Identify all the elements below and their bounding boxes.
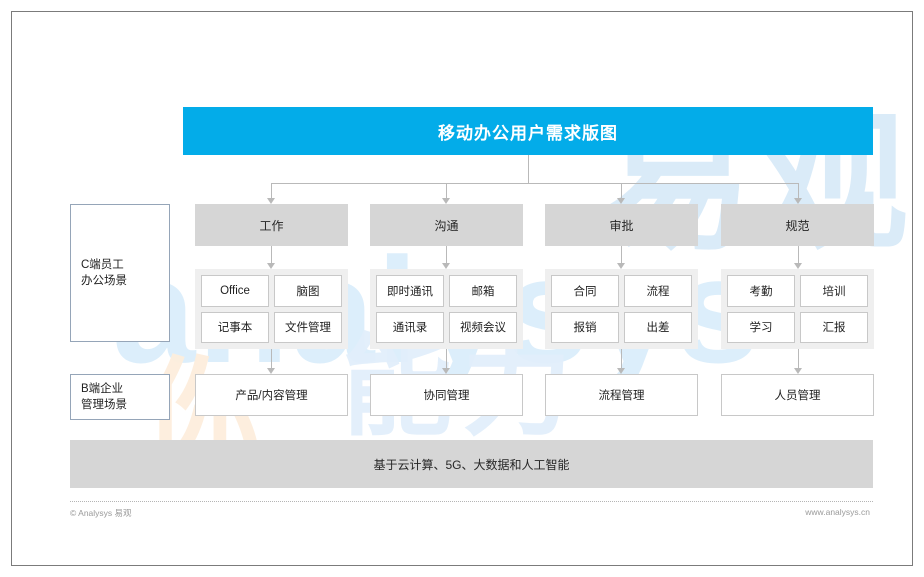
connector-head-items-col4 [798, 246, 799, 263]
item-cell[interactable]: 即时通讯 [376, 275, 444, 307]
connector-title-stem [528, 155, 529, 183]
connector-items-bend-col4 [798, 349, 799, 368]
footer-copyright: © Analysys 易观 [70, 508, 132, 518]
item-cell[interactable]: 出差 [624, 311, 692, 343]
item-cell[interactable]: 脑图 [274, 275, 342, 307]
connector-items-bend-col1 [271, 349, 272, 368]
item-cell[interactable]: 邮箱 [449, 275, 517, 307]
connector-head-items-col3 [621, 246, 622, 263]
foundation-bar: 基于云计算、5G、大数据和人工智能 [70, 440, 873, 488]
connector-head-items-col2 [446, 246, 447, 263]
item-cell[interactable]: 记事本 [201, 311, 269, 343]
connector-title-bus [271, 183, 798, 184]
item-cell[interactable]: 合同 [551, 275, 619, 307]
b-end-box-work[interactable]: 产品/内容管理 [195, 374, 348, 416]
side-label-c-end: C端员工 办公场景 [70, 204, 170, 342]
footer-divider [70, 501, 873, 502]
item-group-approval: 合同 流程 报销 出差 [545, 269, 698, 349]
item-group-work: Office 脑图 记事本 文件管理 [195, 269, 348, 349]
connector-drop-col1 [271, 183, 272, 198]
side-label-b-end-line1: B端企业 [81, 383, 124, 395]
side-label-c-end-line2: 办公场景 [81, 275, 127, 287]
item-cell[interactable]: 文件管理 [274, 311, 342, 343]
side-label-c-end-line1: C端员工 [81, 259, 124, 271]
column-header-standard: 规范 [721, 204, 874, 246]
footer-website: www.analysys.cn [805, 507, 870, 517]
b-end-box-communication[interactable]: 协同管理 [370, 374, 523, 416]
connector-head-items-col1 [271, 246, 272, 263]
connector-items-bend-col2 [446, 349, 447, 368]
column-header-communication: 沟通 [370, 204, 523, 246]
b-end-box-standard[interactable]: 人员管理 [721, 374, 874, 416]
connector-drop-col2 [446, 183, 447, 198]
item-cell[interactable]: 报销 [551, 311, 619, 343]
item-cell[interactable]: 流程 [624, 275, 692, 307]
connector-drop-col3 [621, 183, 622, 198]
item-cell[interactable]: 学习 [727, 311, 795, 343]
item-cell[interactable]: 汇报 [800, 311, 868, 343]
item-cell[interactable]: 考勤 [727, 275, 795, 307]
page-title: 移动办公用户需求版图 [183, 107, 873, 155]
column-header-approval: 审批 [545, 204, 698, 246]
connector-items-bend-col3 [621, 349, 622, 368]
connector-drop-col4 [798, 183, 799, 198]
slide-canvas: analysys 易观 能力 你 移动办公用户需求版图 [11, 11, 913, 566]
item-cell[interactable]: 视频会议 [449, 311, 517, 343]
item-cell[interactable]: 培训 [800, 275, 868, 307]
side-label-b-end: B端企业 管理场景 [70, 374, 170, 420]
side-label-b-end-line2: 管理场景 [81, 399, 127, 411]
b-end-box-approval[interactable]: 流程管理 [545, 374, 698, 416]
item-group-standard: 考勤 培训 学习 汇报 [721, 269, 874, 349]
column-header-work: 工作 [195, 204, 348, 246]
item-cell[interactable]: Office [201, 275, 269, 307]
item-group-communication: 即时通讯 邮箱 通讯录 视频会议 [370, 269, 523, 349]
item-cell[interactable]: 通讯录 [376, 311, 444, 343]
